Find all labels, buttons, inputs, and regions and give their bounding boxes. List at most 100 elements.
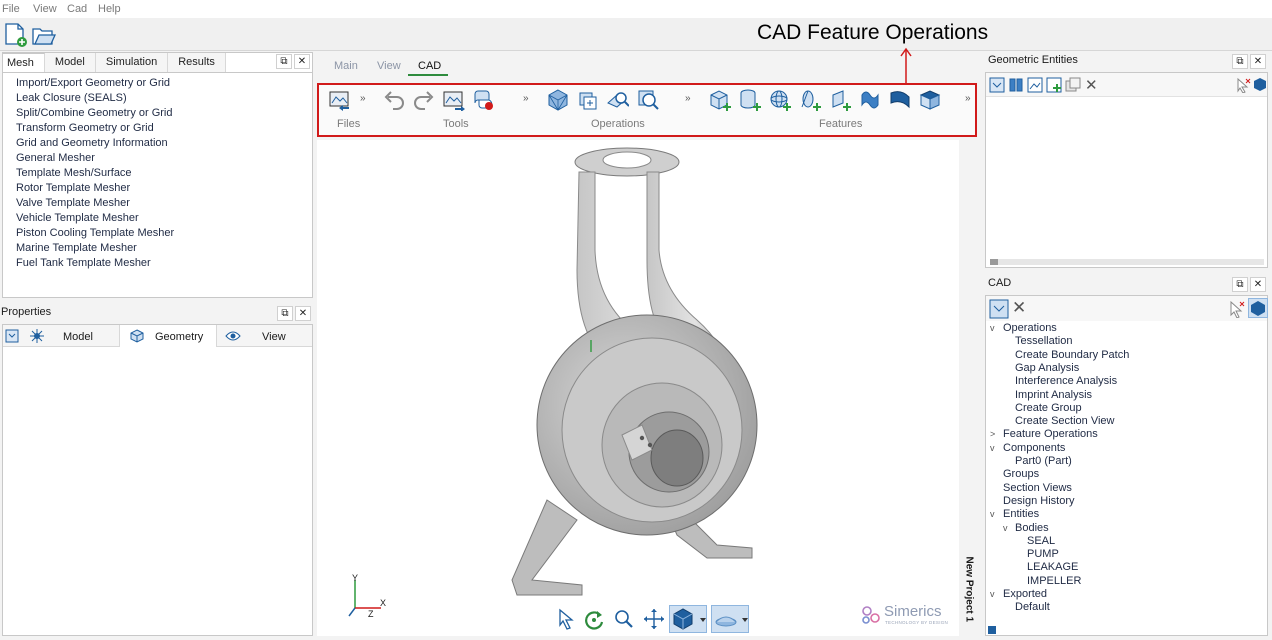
rotate-icon[interactable]: [583, 608, 605, 630]
cad-ribbon: » Files » Tools » Operations » Features: [317, 83, 977, 137]
gap-analysis-icon[interactable]: [607, 89, 629, 111]
list-item[interactable]: Valve Template Mesher: [16, 197, 174, 212]
clear-selection-icon[interactable]: [1228, 300, 1246, 318]
python-script-icon[interactable]: [473, 89, 495, 111]
more-chevron[interactable]: »: [685, 93, 691, 104]
3d-viewport[interactable]: Y X Z: [317, 140, 959, 636]
body-filter-icon[interactable]: [1253, 77, 1267, 93]
list-item[interactable]: Rotor Template Mesher: [16, 182, 174, 197]
menu-file[interactable]: File: [2, 3, 20, 15]
tree-item-label: Gap Analysis: [1015, 361, 1080, 374]
tab-model[interactable]: Model: [63, 331, 93, 343]
cad-panel-title: CAD: [988, 277, 1012, 289]
close-icon[interactable]: ✕: [295, 306, 311, 321]
view-cube-button[interactable]: [669, 605, 707, 633]
tree-item-label: Components: [1003, 441, 1066, 454]
tab-mesh[interactable]: Mesh: [3, 53, 45, 72]
chevron-right-icon[interactable]: >: [990, 429, 995, 439]
tab-view[interactable]: View: [262, 331, 286, 343]
ribbon-tab-view[interactable]: View: [377, 60, 401, 72]
axis-z-label: Z: [368, 609, 374, 619]
extrude-icon[interactable]: [919, 89, 941, 111]
list-item[interactable]: Marine Template Mesher: [16, 242, 174, 257]
tab-results[interactable]: Results: [168, 53, 226, 72]
list-item[interactable]: Grid and Geometry Information: [16, 137, 174, 152]
display-mode-button[interactable]: [711, 605, 749, 633]
book-icon[interactable]: [1008, 77, 1024, 93]
add-entity-icon[interactable]: [1046, 77, 1062, 93]
list-item[interactable]: Template Mesh/Surface: [16, 167, 174, 182]
chevron-down-icon[interactable]: v: [1003, 523, 1008, 533]
collapse-all-icon[interactable]: [5, 329, 19, 343]
list-item[interactable]: Piston Cooling Template Mesher: [16, 227, 174, 242]
create-surface-icon[interactable]: [859, 89, 881, 111]
clear-selection-icon[interactable]: [1235, 77, 1251, 93]
select-pointer-icon[interactable]: [555, 608, 577, 630]
chevron-down-icon[interactable]: v: [990, 589, 995, 599]
export-geometry-icon[interactable]: [443, 89, 465, 111]
body-filter-button[interactable]: [1248, 298, 1268, 318]
interference-analysis-icon[interactable]: [637, 89, 659, 111]
more-chevron[interactable]: »: [360, 93, 366, 104]
menu-help[interactable]: Help: [98, 3, 121, 15]
tree-item-label: Interference Analysis: [1015, 375, 1118, 388]
list-item[interactable]: Fuel Tank Template Mesher: [16, 257, 174, 272]
image-entity-icon[interactable]: [1027, 77, 1043, 93]
tab-geometry-active[interactable]: Geometry: [119, 325, 217, 347]
delete-icon[interactable]: ✕: [1012, 298, 1026, 318]
list-item[interactable]: Import/Export Geometry or Grid: [16, 77, 174, 92]
float-panel-icon[interactable]: ⧉: [276, 54, 292, 69]
simerics-logo-name: Simerics: [884, 603, 942, 620]
tab-simulation[interactable]: Simulation: [95, 53, 169, 72]
new-project-tab[interactable]: New Project 1: [960, 557, 978, 638]
close-icon[interactable]: ✕: [1250, 54, 1266, 69]
collapse-all-icon[interactable]: [989, 77, 1005, 93]
create-cylinder-icon[interactable]: [739, 89, 761, 111]
ribbon-tab-main[interactable]: Main: [334, 60, 358, 72]
delete-icon[interactable]: ✕: [1085, 76, 1098, 94]
open-folder-button[interactable]: [31, 22, 57, 48]
list-item[interactable]: Transform Geometry or Grid: [16, 122, 174, 137]
view-cube-icon: [673, 608, 706, 630]
redo-icon[interactable]: [413, 89, 435, 111]
new-file-button[interactable]: [3, 22, 29, 48]
pan-icon[interactable]: [643, 608, 665, 630]
chevron-down-icon[interactable]: v: [990, 509, 995, 519]
sweep-surface-icon[interactable]: [889, 89, 911, 111]
menu-view[interactable]: View: [33, 3, 57, 15]
list-item[interactable]: Vehicle Template Mesher: [16, 212, 174, 227]
copy-entity-icon[interactable]: [1065, 77, 1081, 93]
close-icon[interactable]: ✕: [294, 54, 310, 69]
close-icon[interactable]: ✕: [1250, 277, 1266, 292]
collapse-all-icon[interactable]: [989, 299, 1009, 319]
pump-model: [511, 147, 758, 596]
horizontal-scrollbar[interactable]: [990, 259, 1264, 265]
menu-bar: File View Cad Help: [0, 0, 1272, 18]
more-chevron[interactable]: »: [965, 93, 971, 104]
menu-cad[interactable]: Cad: [67, 3, 87, 15]
float-panel-icon[interactable]: ⧉: [1232, 54, 1248, 69]
create-sphere-icon[interactable]: [769, 89, 791, 111]
chevron-down-icon[interactable]: v: [990, 443, 995, 453]
scroll-thumb[interactable]: [988, 626, 996, 634]
axis-y-label: Y: [352, 573, 359, 583]
create-box-icon[interactable]: [709, 89, 731, 111]
import-geometry-icon[interactable]: [329, 89, 351, 111]
chevron-down-icon[interactable]: v: [990, 323, 995, 333]
float-panel-icon[interactable]: ⧉: [277, 306, 293, 321]
create-cone-icon[interactable]: [799, 89, 821, 111]
tab-model[interactable]: Model: [44, 53, 96, 72]
more-chevron[interactable]: »: [523, 93, 529, 104]
zoom-icon[interactable]: [613, 608, 635, 630]
list-item[interactable]: Split/Combine Geometry or Grid: [16, 107, 174, 122]
properties-controls: ⧉ ✕: [277, 306, 311, 321]
create-plane-icon[interactable]: [829, 89, 851, 111]
list-item[interactable]: General Mesher: [16, 152, 174, 167]
tessellation-icon[interactable]: [547, 89, 569, 111]
boundary-patch-icon[interactable]: [577, 89, 599, 111]
float-panel-icon[interactable]: ⧉: [1232, 277, 1248, 292]
ribbon-tab-cad[interactable]: CAD: [418, 60, 441, 72]
list-item[interactable]: Leak Closure (SEALS): [16, 92, 174, 107]
undo-icon[interactable]: [383, 89, 405, 111]
tree-item-label: Create Group: [1015, 401, 1082, 414]
